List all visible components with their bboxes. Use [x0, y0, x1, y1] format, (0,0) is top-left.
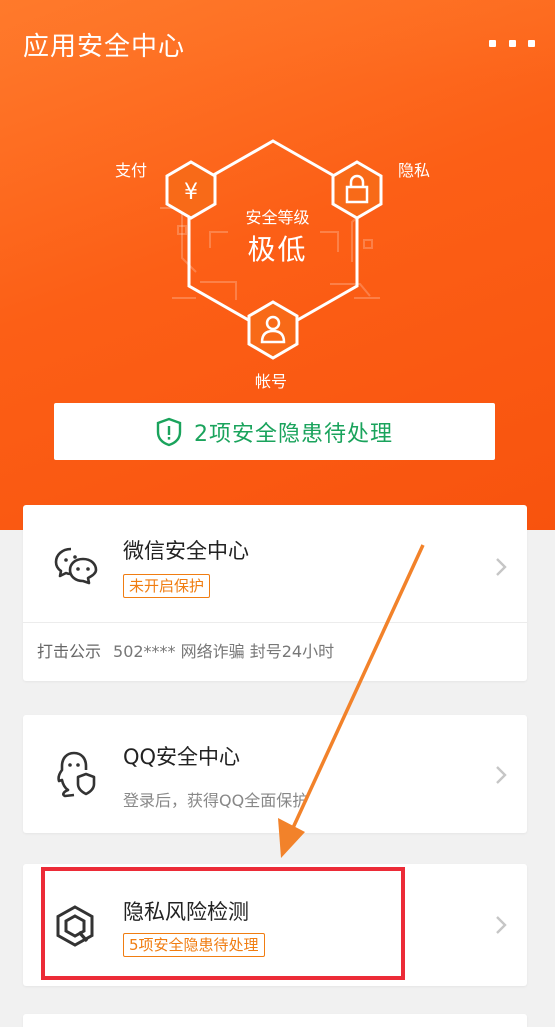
chevron-right-icon [496, 766, 507, 784]
pending-risks-button[interactable]: 2项安全隐患待处理 [54, 403, 495, 460]
node-label-pay: 支付 [115, 161, 148, 180]
enforcement-bulletin-text: 502**** 网络诈骗 封号24小时 [113, 642, 335, 661]
security-level-caption: 安全等级 [245, 208, 310, 227]
next-card-peek [23, 1014, 527, 1027]
wechat-security-title: 微信安全中心 [123, 539, 249, 563]
more-dots-icon[interactable] [489, 36, 535, 50]
highlight-box [41, 867, 405, 980]
wechat-security-card: 微信安全中心 未开启保护 打击公示 502**** 网络诈骗 封号24小时 [23, 505, 527, 681]
divider [23, 622, 527, 623]
pending-risks-text: 2项安全隐患待处理 [194, 421, 393, 447]
qq-security-card[interactable]: QQ安全中心 登录后，获得QQ全面保护 [23, 715, 527, 833]
chevron-right-icon [496, 558, 507, 576]
qq-security-title: QQ安全中心 [123, 745, 241, 769]
chevron-right-icon [496, 916, 507, 934]
wechat-security-entry[interactable]: 微信安全中心 未开启保护 [23, 505, 527, 622]
node-label-privacy: 隐私 [398, 161, 431, 180]
enforcement-bulletin: 打击公示 502**** 网络诈骗 封号24小时 [37, 638, 334, 662]
shield-alert-icon [156, 417, 182, 446]
security-hero: 应用安全中心 ¥ 支付 隐私 帐号 安全等级 极低 2项安全隐患待处理 [0, 0, 555, 530]
qq-security-subtitle: 登录后，获得QQ全面保护 [123, 791, 309, 810]
qq-icon [57, 751, 96, 798]
page-title: 应用安全中心 [23, 32, 186, 62]
security-level-value: 极低 [247, 233, 308, 266]
svg-text:¥: ¥ [184, 180, 198, 205]
wechat-icon [54, 547, 98, 585]
node-label-account: 帐号 [255, 372, 288, 391]
security-level-diagram: ¥ 支付 隐私 帐号 安全等级 极低 [0, 130, 555, 400]
enforcement-bulletin-label: 打击公示 [37, 642, 102, 661]
user-icon [247, 300, 299, 360]
protection-status-badge: 未开启保护 [123, 574, 211, 598]
